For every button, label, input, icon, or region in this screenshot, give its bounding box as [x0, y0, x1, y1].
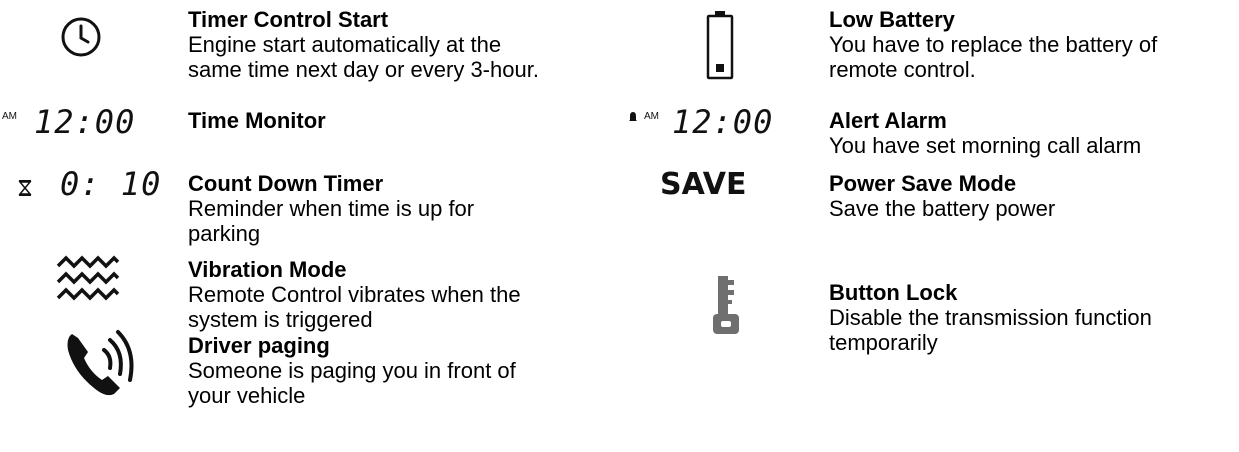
clock-icon: [60, 16, 102, 63]
phone-paging-icon: [64, 328, 146, 405]
low-battery-entry: Low Battery You have to replace the batt…: [829, 7, 1158, 83]
entry-title: Timer Control Start: [188, 7, 389, 32]
alarm-time-icon: 12:00: [672, 103, 774, 141]
time-monitor-entry: Time Monitor: [188, 109, 326, 133]
save-icon: SAVE: [660, 167, 747, 202]
entry-title: Time Monitor: [188, 108, 326, 133]
entry-desc-line: temporarily: [829, 330, 938, 355]
hourglass-icon: [18, 180, 32, 201]
lcd-countdown-icon: 0: 10: [60, 165, 162, 203]
entry-title: Vibration Mode: [188, 257, 347, 282]
entry-desc-line: remote control.: [829, 57, 976, 82]
entry-desc-line: same time next day or every 3-hour.: [188, 57, 539, 82]
count-down-timer-entry: Count Down Timer Reminder when time is u…: [188, 171, 475, 247]
entry-desc-line: You have set morning call alarm: [829, 133, 1142, 158]
entry-desc-line: You have to replace the battery of: [829, 32, 1158, 57]
vibration-mode-entry: Vibration Mode Remote Control vibrates w…: [188, 257, 521, 333]
vibration-icon: [56, 254, 120, 309]
lcd-am-label: AM: [644, 111, 659, 122]
button-lock-entry: Button Lock Disable the transmission fun…: [829, 280, 1152, 356]
entry-desc-line: your vehicle: [188, 383, 306, 408]
bell-icon: [628, 110, 638, 128]
entry-title: Alert Alarm: [829, 108, 947, 133]
entry-desc-line: Disable the transmission function: [829, 305, 1152, 330]
entry-title: Count Down Timer: [188, 171, 384, 196]
key-lock-icon: [712, 276, 742, 343]
entry-title: Driver paging: [188, 333, 330, 358]
entry-title: Low Battery: [829, 7, 955, 32]
lcd-time-icon: 12:00: [34, 103, 136, 141]
entry-desc-line: parking: [188, 221, 261, 246]
entry-desc-line: Engine start automatically at the: [188, 32, 502, 57]
lcd-am-label: AM: [2, 111, 17, 122]
entry-desc-line: Remote Control vibrates when the: [188, 282, 521, 307]
entry-desc-line: system is triggered: [188, 307, 373, 332]
power-save-mode-entry: Power Save Mode Save the battery power: [829, 171, 1056, 222]
entry-desc-line: Save the battery power: [829, 196, 1056, 221]
timer-control-start-entry: Timer Control Start Engine start automat…: [188, 7, 539, 83]
entry-desc-line: Someone is paging you in front of: [188, 358, 516, 383]
alert-alarm-entry: Alert Alarm You have set morning call al…: [829, 108, 1142, 159]
entry-title: Power Save Mode: [829, 171, 1017, 196]
entry-desc-line: Reminder when time is up for: [188, 196, 475, 221]
low-battery-icon: [706, 10, 734, 85]
entry-title: Button Lock: [829, 280, 958, 305]
driver-paging-entry: Driver paging Someone is paging you in f…: [188, 333, 516, 409]
